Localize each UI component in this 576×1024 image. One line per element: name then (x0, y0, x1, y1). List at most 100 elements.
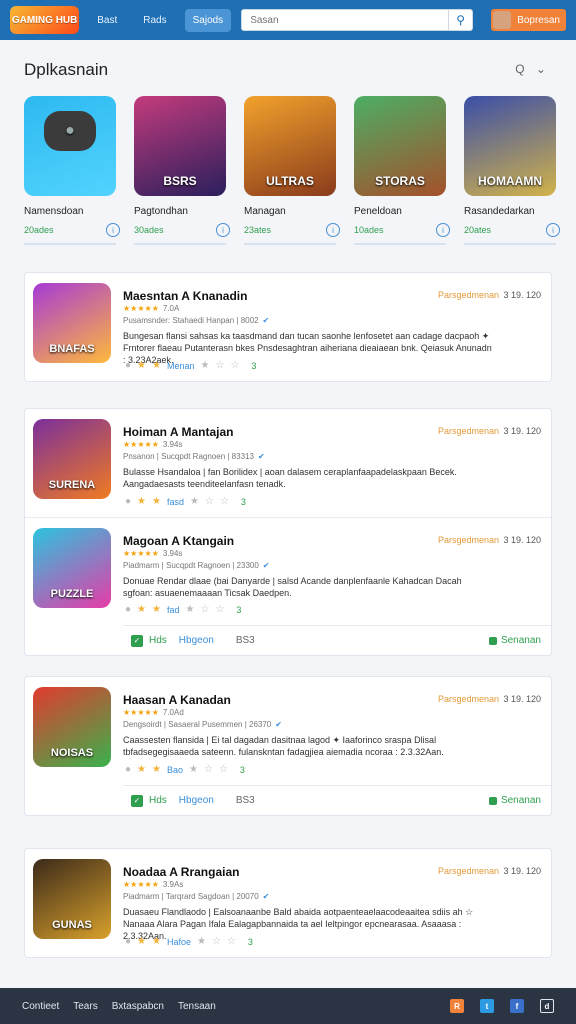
star-icon[interactable]: ★ (137, 360, 146, 371)
app-title[interactable]: Hoiman A Mantajan (123, 425, 233, 439)
more-link[interactable]: Hafoe (167, 937, 191, 947)
star-icon[interactable]: ★ (152, 936, 161, 947)
featured-app-card[interactable]: ULTRAS Managan 23ates i (244, 96, 340, 246)
star-icon[interactable]: ☆ (215, 360, 224, 371)
app-title[interactable]: Noadaa A Rrangaian (123, 865, 239, 879)
star-icon[interactable]: ☆ (204, 764, 213, 775)
app-result-row: BNAFAS Maesntan A Knanadin Parsgedmenan 3 1… (25, 273, 551, 381)
info-icon[interactable]: i (106, 223, 120, 237)
nav-link-3[interactable]: Sajods (184, 8, 232, 32)
info-icon[interactable]: i (216, 223, 230, 237)
comment-icon[interactable]: ● (125, 604, 131, 615)
star-icon[interactable]: ★ (152, 496, 161, 507)
nav-link-1[interactable]: Bast (89, 9, 125, 32)
discord-icon[interactable]: d (540, 999, 554, 1013)
app-icon-image[interactable]: SURENA (33, 419, 111, 499)
star-icon[interactable]: ★ (137, 604, 146, 615)
featured-app-thumbnail[interactable]: ● (24, 96, 116, 196)
star-icon[interactable]: ★ (189, 764, 198, 775)
strip-label[interactable]: Hds (149, 795, 167, 806)
strip-action-button[interactable]: Senanan (488, 635, 541, 646)
site-logo[interactable]: GAMING HUB (10, 6, 80, 34)
star-icon[interactable]: ★ (137, 764, 146, 775)
star-icon[interactable]: ★ (201, 360, 210, 371)
footer-link-1[interactable]: Contieet (22, 1001, 59, 1012)
app-category[interactable]: Parsgedmenan (438, 290, 499, 300)
featured-app-meta: 10ades i (354, 223, 450, 237)
app-category[interactable]: Parsgedmenan (438, 866, 499, 876)
app-title[interactable]: Maesntan A Knanadin (123, 289, 247, 303)
featured-app-thumbnail[interactable]: HOMAAMN (464, 96, 556, 196)
star-icon[interactable]: ★ (190, 496, 199, 507)
more-link[interactable]: Menan (167, 361, 195, 371)
star-icon[interactable]: ★ (152, 604, 161, 615)
featured-app-card[interactable]: ● Namensdoan 20ades i (24, 96, 120, 246)
app-category[interactable]: Parsgedmenan (438, 535, 499, 545)
section-search-dropdown[interactable]: Q ⌄ (515, 62, 550, 76)
featured-app-card[interactable]: HOMAAMN Rasandedarkan 20ates i (464, 96, 560, 246)
search-icon[interactable]: ⚲ (449, 9, 474, 31)
featured-app-meta: 20ades i (24, 223, 120, 237)
star-icon[interactable]: ★ (197, 936, 206, 947)
app-icon-image[interactable]: BNAFAS (33, 283, 111, 363)
star-icon[interactable]: ★ (186, 604, 195, 615)
more-link[interactable]: Bao (167, 765, 183, 775)
strip-tag: BS3 (235, 795, 255, 806)
star-icon[interactable]: ☆ (230, 360, 239, 371)
comment-icon[interactable]: ● (125, 936, 131, 947)
featured-app-card[interactable]: STORAS Peneldoan 10ades i (354, 96, 450, 246)
app-developer: Piadmarm | Tarqrard Sagdoan | 20070 ✔ (123, 892, 270, 901)
app-icon-image[interactable]: PUZZLE (33, 528, 111, 608)
review-count: 3 (251, 360, 257, 371)
strip-action-button[interactable]: Senanan (488, 795, 541, 806)
app-title[interactable]: Haasan A Kanadan (123, 693, 231, 707)
page-title: Dplkasnain (24, 60, 109, 79)
star-icon[interactable]: ☆ (220, 496, 229, 507)
app-category[interactable]: Parsgedmenan (438, 426, 499, 436)
star-icon[interactable]: ☆ (227, 936, 236, 947)
rss-icon[interactable]: R (450, 999, 464, 1013)
star-icon[interactable]: ☆ (215, 604, 224, 615)
user-account-button[interactable]: Bopresan (491, 9, 566, 31)
footer-link-3[interactable]: Bxtaspabcn (112, 1001, 164, 1012)
info-icon[interactable]: i (436, 223, 450, 237)
facebook-icon[interactable]: f (510, 999, 524, 1013)
featured-app-thumbnail[interactable]: ULTRAS (244, 96, 336, 196)
verified-icon: ✔ (262, 892, 270, 901)
featured-app-thumbnail[interactable]: BSRS (134, 96, 226, 196)
twitter-icon[interactable]: t (480, 999, 494, 1013)
gamepad-icon: ● (44, 111, 96, 151)
strip-label[interactable]: Hds (149, 635, 167, 646)
comment-icon[interactable]: ● (125, 360, 131, 371)
info-icon[interactable]: i (326, 223, 340, 237)
search-input[interactable] (241, 9, 450, 31)
star-icon[interactable]: ☆ (219, 764, 228, 775)
star-icon[interactable]: ★ (137, 496, 146, 507)
featured-app-count: 23ates (244, 225, 272, 235)
verified-icon: ✔ (275, 720, 282, 729)
nav-link-2[interactable]: Rads (135, 9, 174, 32)
info-icon[interactable]: i (546, 223, 560, 237)
star-icon[interactable]: ☆ (205, 496, 214, 507)
star-icon[interactable]: ★ (152, 764, 161, 775)
star-icon[interactable]: ☆ (212, 936, 221, 947)
featured-app-thumbnail[interactable]: STORAS (354, 96, 446, 196)
comment-icon[interactable]: ● (125, 764, 131, 775)
app-category[interactable]: Parsgedmenan (438, 694, 499, 704)
strip-link[interactable]: Hbgeon (179, 795, 214, 806)
comment-icon[interactable]: ● (125, 496, 131, 507)
strip-link[interactable]: Hbgeon (179, 635, 214, 646)
footer-link-2[interactable]: Tears (73, 1001, 97, 1012)
star-icon[interactable]: ★ (152, 360, 161, 371)
app-rating: ★★★★★ 7.0Ad (123, 708, 184, 717)
star-icon[interactable]: ☆ (200, 604, 209, 615)
more-link[interactable]: fad (167, 605, 180, 615)
app-icon-image[interactable]: GUNAS (33, 859, 111, 939)
app-icon-image[interactable]: NOISAS (33, 687, 111, 767)
featured-app-card[interactable]: BSRS Pagtondhan 30ades i (134, 96, 230, 246)
more-link[interactable]: fasd (167, 497, 184, 507)
star-icon[interactable]: ★ (137, 936, 146, 947)
footer-link-4[interactable]: Tensaan (178, 1001, 216, 1012)
app-title[interactable]: Magoan A Ktangain (123, 534, 234, 548)
review-count: 3 (247, 936, 253, 947)
